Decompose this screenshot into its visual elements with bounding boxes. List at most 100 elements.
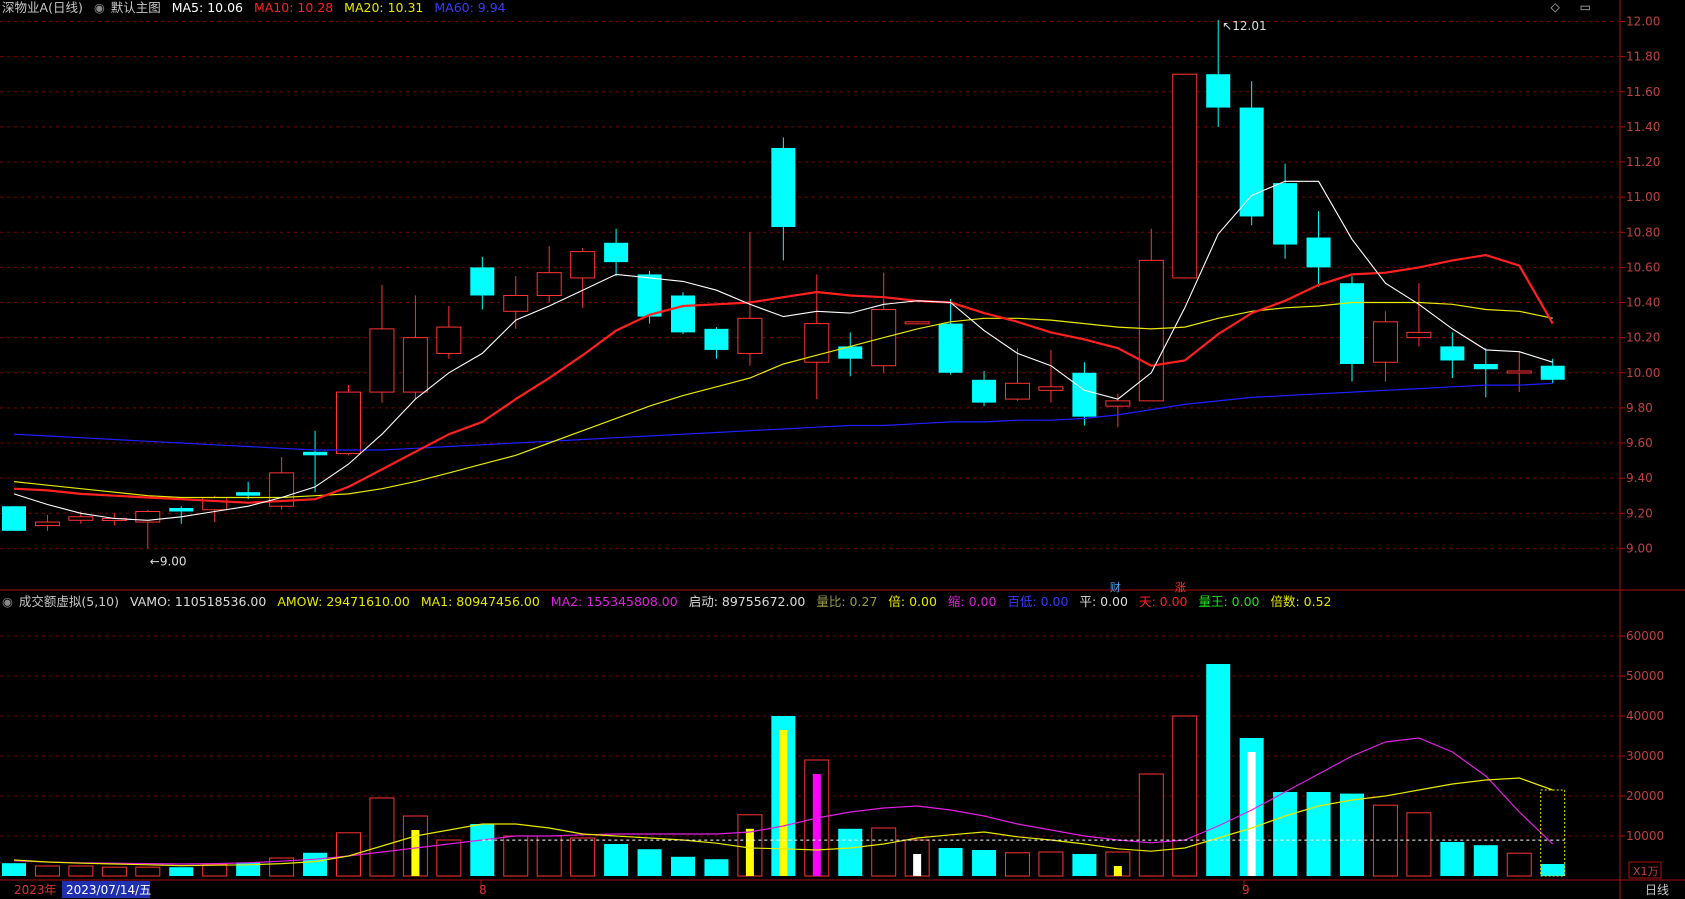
volume-bar-up: [369, 797, 395, 877]
volume-bar-down: [972, 850, 997, 876]
volume-bar-up: [101, 866, 127, 877]
volume-bar-up: [1372, 804, 1398, 877]
price-tick-label: 9.40: [1626, 471, 1653, 485]
volume-tick-label: 40000: [1626, 709, 1664, 723]
vamo-label: VAMO: 110518536.00: [129, 594, 267, 609]
ma10-line: [13, 253, 1554, 504]
candle-body-up: [570, 251, 596, 279]
kline-chart-window: { "main_legend": { "title": "深物业A", "per…: [0, 0, 1685, 899]
main-legend: 深物业A(日线) ◉ 默认主图 MA5: 10.06 MA10: 10.28 M…: [2, 0, 513, 16]
volume-signal-bar: [745, 828, 754, 876]
low-price-annotation: ←9.00: [150, 554, 187, 568]
price-tick-label: 9.00: [1626, 541, 1653, 555]
candle-body-down: [303, 451, 328, 456]
candle-body-up: [369, 328, 395, 393]
volume-bar-down: [1473, 845, 1498, 876]
candle-body-up: [202, 496, 228, 511]
beishu-label: 倍数: 0.52: [1270, 594, 1332, 609]
price-tick-label: 11.40: [1626, 120, 1660, 134]
candle-body-up: [536, 272, 562, 296]
volume-bar-down: [838, 828, 863, 876]
price-tick-label: 10.60: [1626, 260, 1660, 274]
finance-event-marker: 财: [1110, 580, 1121, 594]
candle-body-up: [503, 294, 529, 312]
volume-bar-up: [135, 866, 161, 877]
volume-bar-up: [1406, 812, 1432, 877]
volume-bar-down: [1540, 864, 1565, 876]
date-cursor-label: 2023/07/14/五: [66, 883, 151, 897]
volume-bar-up: [1038, 851, 1064, 877]
rise-event-marker: 涨: [1175, 581, 1186, 594]
main-mode-label[interactable]: 默认主图: [111, 0, 161, 15]
price-tick-label: 9.80: [1626, 401, 1653, 415]
ma20-label: MA20: 10.31: [344, 0, 424, 15]
volume-bar-down: [1072, 854, 1097, 876]
candle-body-down: [1273, 183, 1298, 245]
volume-signal-bar: [913, 854, 922, 876]
volume-forecast-box: [1540, 789, 1566, 877]
volume-bar-down: [1340, 793, 1364, 876]
candle-body-down: [1540, 365, 1565, 380]
volume-bar-down: [604, 844, 629, 876]
chart-canvas: 9.00 9.20 9.40 9.60 9.80 10.00 10.20 10.40 10.60…: [0, 0, 1685, 899]
price-tick-label: 11.00: [1626, 190, 1660, 204]
month-8-label: 8: [479, 883, 487, 897]
candle-body-down: [671, 295, 695, 333]
volume-unit-label: X1万: [1633, 865, 1659, 878]
candle-body-down: [1440, 346, 1465, 361]
volume-bar-up: [503, 835, 529, 877]
volume-bar-up: [34, 865, 60, 877]
stock-title[interactable]: 深物业A(日线): [2, 0, 83, 15]
suo-label: 缩: 0.00: [947, 594, 997, 609]
price-tick-label: 11.60: [1626, 85, 1660, 99]
candle-body-up: [904, 321, 930, 325]
volume-bar-down: [637, 849, 662, 876]
start-label: 启动: 89755672.00: [688, 594, 806, 609]
candle-body-up: [737, 317, 763, 354]
candle-body-down: [938, 323, 963, 373]
price-tick-label: 10.80: [1626, 225, 1660, 239]
candle-body-down: [637, 274, 662, 317]
volume-bar-down: [470, 824, 495, 876]
year-label: 2023年: [14, 883, 57, 897]
volume-bar-up: [1005, 852, 1030, 877]
volume-tick-label: 20000: [1626, 789, 1664, 803]
volume-tick-label: 10000: [1626, 829, 1664, 843]
candle-body-down: [2, 506, 26, 531]
price-tick-label: 9.60: [1626, 436, 1653, 450]
vol-settings-icon[interactable]: ◉: [2, 594, 13, 609]
volume-signal-bar: [1113, 866, 1122, 876]
candle-body-up: [1005, 382, 1030, 400]
price-tick-label: 11.80: [1626, 50, 1660, 64]
ma5-label: MA5: 10.06: [171, 0, 243, 15]
ma20-line: [13, 301, 1553, 499]
candle-body-down: [470, 267, 495, 296]
volume-bar-up: [570, 837, 596, 877]
candle-body-up: [436, 326, 462, 354]
volume-bar-down: [671, 856, 695, 876]
candle-body-down: [1206, 74, 1231, 108]
volume-signal-bar: [779, 730, 788, 876]
settings-icon[interactable]: ◉: [94, 0, 105, 15]
price-tick-label: 10.40: [1626, 296, 1660, 310]
candle-body-down: [169, 507, 194, 512]
vol-indicator-name[interactable]: 成交额虚拟(5,10): [19, 594, 119, 609]
ma60-label: MA60: 9.94: [434, 0, 506, 15]
volume-tick-label: 50000: [1626, 669, 1664, 683]
price-tick-label: 12.00: [1626, 15, 1660, 29]
volume-bar-down: [2, 863, 26, 876]
tian-label: 天: 0.00: [1138, 594, 1188, 609]
high-price-annotation: ↖12.01: [1222, 19, 1266, 33]
volume-bar-down: [303, 852, 328, 876]
candle-body-down: [771, 147, 796, 227]
candle-body-up: [1172, 73, 1198, 279]
candle-body-up: [402, 337, 428, 393]
window-controls[interactable]: ◇ ▭: [1551, 0, 1599, 14]
ping-label: 平: 0.00: [1079, 594, 1128, 609]
volume-tick-label: 30000: [1626, 749, 1664, 763]
volume-signal-bar: [812, 774, 821, 876]
candle-body-up: [34, 521, 60, 527]
price-tick-label: 11.20: [1626, 155, 1660, 169]
candle-body-up: [804, 323, 830, 363]
candle-body-up: [1038, 386, 1064, 391]
